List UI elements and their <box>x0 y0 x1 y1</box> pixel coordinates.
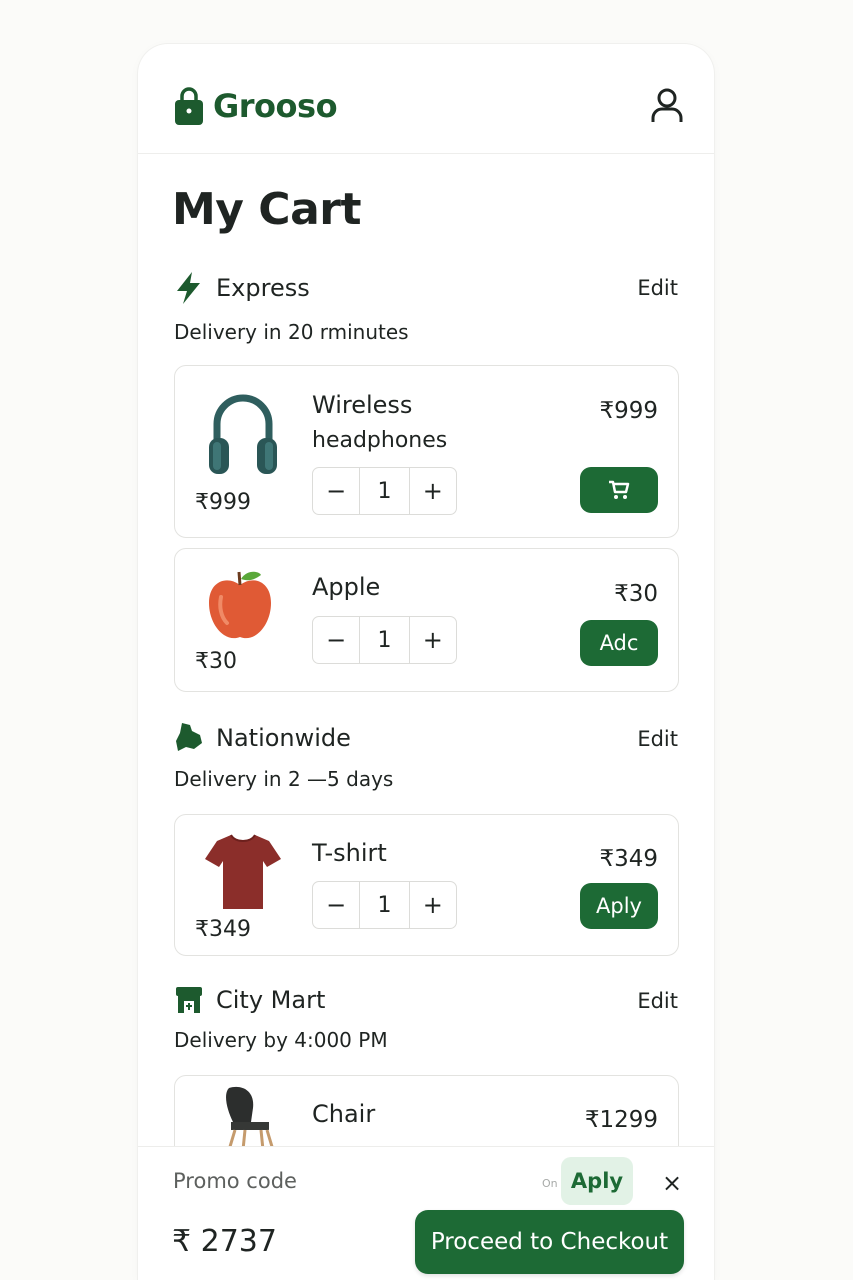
item-price: ₹1299 <box>584 1107 658 1133</box>
item-name: Apple <box>312 573 381 601</box>
thumb-price: ₹30 <box>195 649 237 674</box>
item-price: ₹999 <box>599 398 658 424</box>
shopping-bag-logo-icon <box>175 87 203 125</box>
chair-image <box>226 1086 275 1150</box>
item-name: Wireless headphones <box>312 388 447 458</box>
cart-icon <box>609 480 630 499</box>
cart-item-wireless-headphones: ₹999 Wireless headphones ₹999 − 1 + <box>174 365 679 538</box>
proceed-to-checkout-button[interactable]: Proceed to Checkout <box>415 1210 684 1274</box>
quantity-value: 1 <box>359 882 410 928</box>
item-name: Chair <box>312 1100 376 1128</box>
increase-button[interactable]: + <box>410 882 456 928</box>
map-region-icon <box>176 723 202 751</box>
add-button[interactable]: Adc <box>580 620 658 666</box>
app-header: Grooso <box>138 44 714 154</box>
lightning-icon <box>177 272 200 304</box>
headphones-image <box>209 394 277 474</box>
decrease-button[interactable]: − <box>313 468 359 514</box>
promo-on-text: On <box>542 1177 558 1190</box>
section-name-express: Express <box>216 274 310 302</box>
delivery-info-express: Delivery in 20 rminutes <box>174 320 409 344</box>
quantity-value: 1 <box>359 617 410 663</box>
decrease-button[interactable]: − <box>313 617 359 663</box>
edit-button-express[interactable]: Edit <box>637 276 678 300</box>
tshirt-image <box>205 834 281 909</box>
section-name-nationwide: Nationwide <box>216 724 351 752</box>
edit-button-nationwide[interactable]: Edit <box>637 727 678 751</box>
quantity-value: 1 <box>359 468 410 514</box>
increase-button[interactable]: + <box>410 468 456 514</box>
thumb-price: ₹999 <box>195 490 251 515</box>
cart-item-tshirt: ₹349 T-shirt ₹349 − 1 + Aply <box>174 814 679 956</box>
delivery-info-nationwide: Delivery in 2 —5 days <box>174 767 394 791</box>
item-name: T-shirt <box>312 839 387 867</box>
increase-button[interactable]: + <box>410 617 456 663</box>
decrease-button[interactable]: − <box>313 882 359 928</box>
thumb-price: ₹349 <box>195 917 251 942</box>
item-price: ₹349 <box>599 846 658 872</box>
phone-screen: Grooso My Cart Express Edit Delivery in … <box>138 44 714 1280</box>
item-price: ₹30 <box>614 581 658 607</box>
quantity-stepper: − 1 + <box>312 616 457 664</box>
add-to-cart-button[interactable] <box>580 467 658 513</box>
promo-code-label[interactable]: Promo code <box>173 1169 297 1193</box>
apple-image <box>209 571 271 639</box>
item-name-line2: headphones <box>312 428 448 453</box>
promo-apply-button[interactable]: Aply <box>561 1157 633 1205</box>
cart-item-apple: ₹30 Apple ₹30 − 1 + Adc <box>174 548 679 692</box>
store-icon <box>176 987 202 1013</box>
delivery-info-city-mart: Delivery by 4:000 PM <box>174 1028 388 1052</box>
close-icon[interactable]: × <box>662 1169 682 1197</box>
quantity-stepper: − 1 + <box>312 881 457 929</box>
item-name-line1: Wireless <box>312 391 413 419</box>
app-logo-text: Grooso <box>213 87 338 125</box>
checkout-bar: Promo code On Aply × ₹ 2737 Proceed to C… <box>138 1146 714 1280</box>
section-name-city-mart: City Mart <box>216 986 326 1014</box>
user-profile-icon[interactable] <box>650 88 684 124</box>
cart-total: ₹ 2737 <box>172 1224 277 1259</box>
apply-button[interactable]: Aply <box>580 883 658 929</box>
page-title: My Cart <box>172 184 362 235</box>
edit-button-city-mart[interactable]: Edit <box>637 989 678 1013</box>
quantity-stepper: − 1 + <box>312 467 457 515</box>
